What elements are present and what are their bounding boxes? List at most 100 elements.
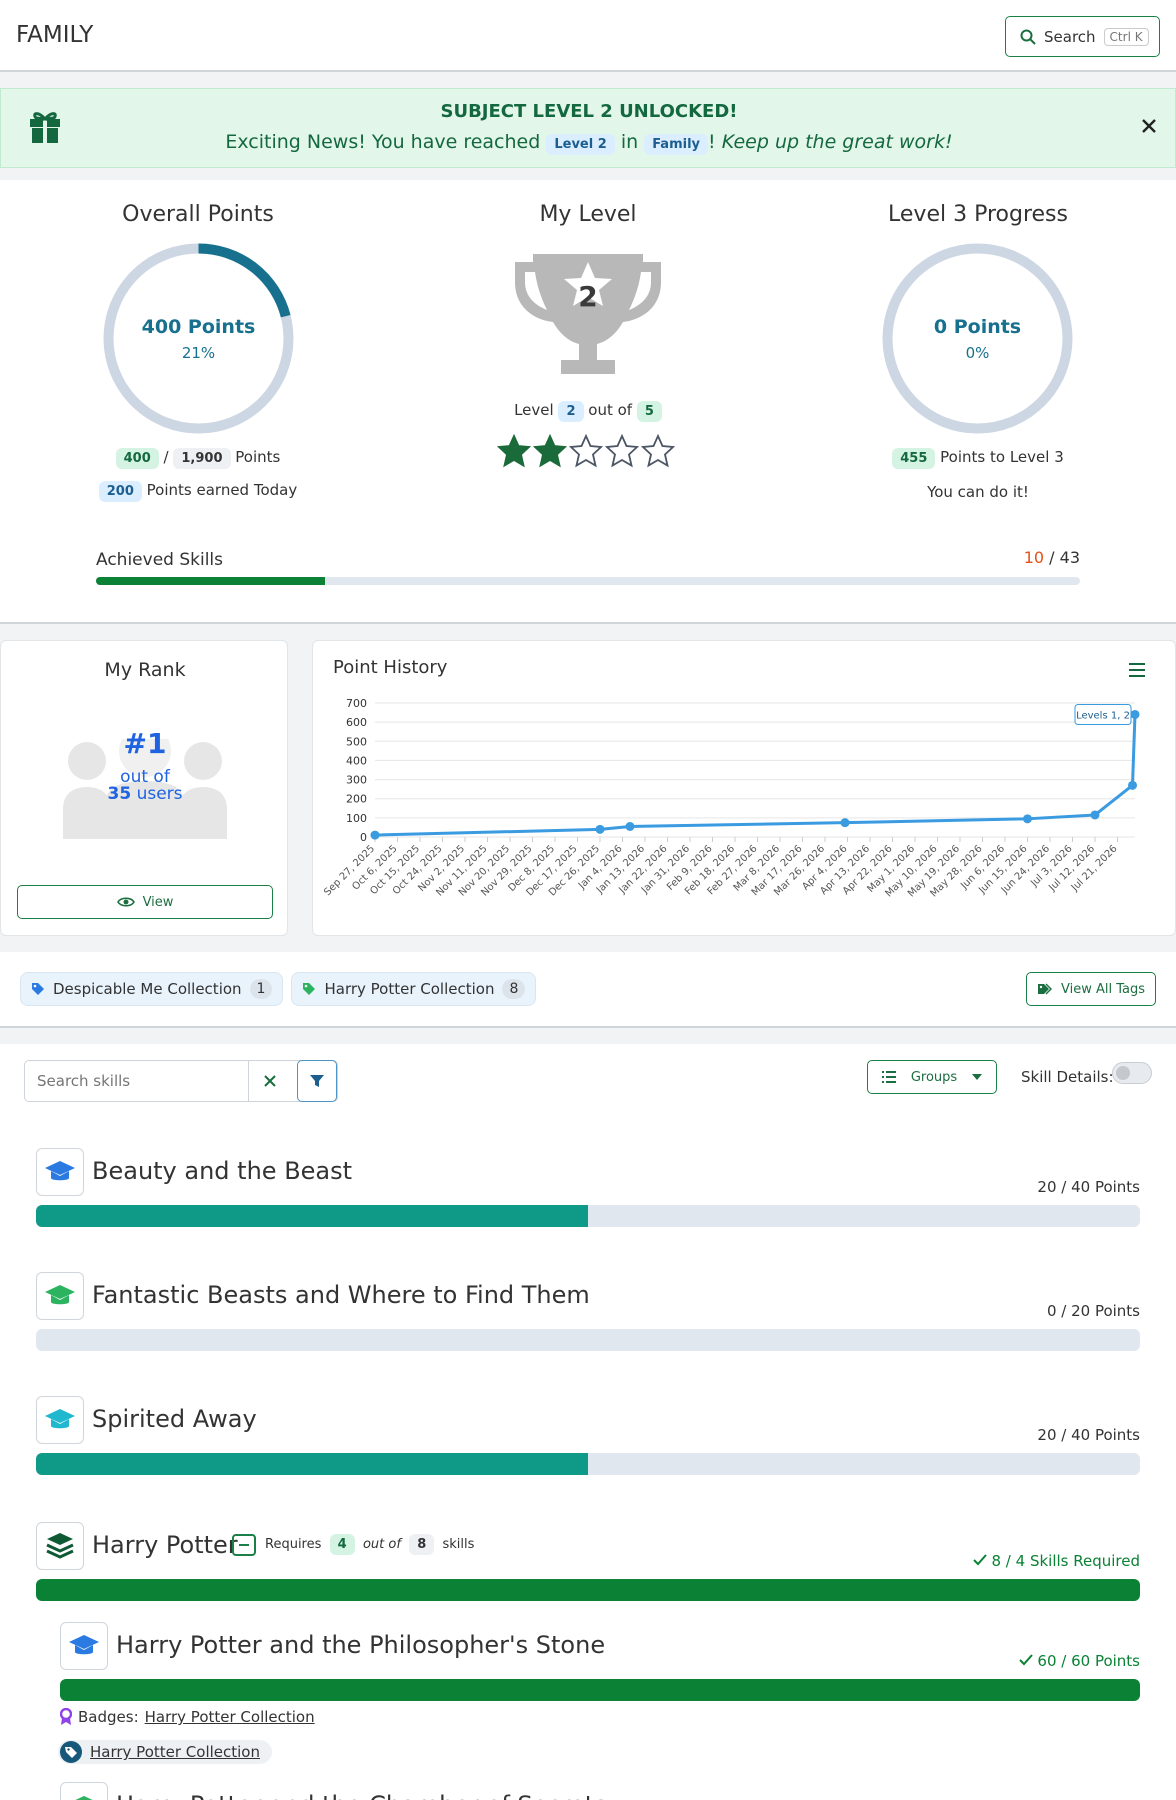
star-empty-icon: [569, 434, 603, 468]
point-history-card: Point History 0 100 200 300 400 500 600 700 Sep …: [312, 640, 1176, 936]
view-all-tags-label: View All Tags: [1060, 981, 1145, 997]
alert-level-badge: Level 2: [546, 134, 615, 155]
tag-icon: [303, 983, 316, 995]
data-point: [625, 821, 635, 831]
series-line: [374, 714, 1137, 837]
group-progress-fill: [36, 1579, 1140, 1601]
skill-points: 0 / 20 Points: [1046, 1302, 1140, 1320]
skill-points: 20 / 40 Points: [1037, 1426, 1140, 1444]
y-tick-label: 400: [346, 754, 367, 767]
today-summary: 200 Points earned Today: [68, 481, 328, 502]
trophy-level-number: 2: [578, 280, 598, 313]
view-rank-button[interactable]: View: [17, 885, 273, 919]
badges-label: Badges:: [78, 1708, 139, 1726]
skill-title[interactable]: Beauty and the Beast: [92, 1157, 352, 1185]
hamburger-icon[interactable]: [1129, 663, 1145, 677]
group-title[interactable]: Harry Potter: [92, 1531, 238, 1559]
award-icon: [60, 1708, 72, 1725]
points-to-level: 455 Points to Level 3: [848, 448, 1108, 469]
star-filled-icon: [497, 434, 531, 468]
clear-search-button[interactable]: [250, 1061, 290, 1101]
out-of-label: out of: [588, 401, 633, 419]
skill-progress-bar: [36, 1205, 1140, 1227]
child-points-text: 60 / 60 Points: [1037, 1652, 1140, 1670]
y-tick-label: 0: [360, 831, 367, 844]
overall-points-title: Overall Points: [122, 202, 274, 227]
group-progress-bar: [36, 1579, 1140, 1601]
today-badge: 200: [98, 481, 142, 502]
skill-title[interactable]: Spirited Away: [92, 1405, 257, 1433]
list-icon: [882, 1071, 896, 1083]
annotation-label: Levels 1, 2: [1076, 710, 1130, 721]
tag-label: Harry Potter Collection: [324, 980, 495, 998]
alert-title: SUBJECT LEVEL 2 UNLOCKED!: [440, 101, 738, 122]
search-shortcut: Ctrl K: [1103, 27, 1149, 46]
users-label: users: [136, 784, 183, 804]
tag-chip[interactable]: Despicable Me Collection 1: [20, 972, 284, 1006]
tag-label: Despicable Me Collection: [53, 980, 242, 998]
skill-title[interactable]: Fantastic Beasts and Where to Find Them: [92, 1281, 590, 1309]
badge-link[interactable]: Harry Potter Collection: [145, 1708, 315, 1726]
data-point: [1130, 709, 1140, 719]
rank-users: 35 users: [1, 784, 289, 804]
point-history-chart: 0100200300400500600700Sep 27, 2025Oct 6,…: [322, 697, 1140, 899]
group-collapse-icon[interactable]: [232, 1534, 256, 1556]
page-header: FAMILY Search Ctrl K: [0, 0, 1176, 72]
y-tick-label: 200: [346, 793, 367, 806]
level-label: Level: [514, 401, 554, 419]
search-skills-input[interactable]: [25, 1061, 249, 1101]
child-skill-tag[interactable]: Harry Potter Collection: [58, 1740, 272, 1764]
page-title: FAMILY: [16, 22, 94, 48]
data-point: [1128, 780, 1137, 790]
check-icon: [1018, 1654, 1033, 1666]
alert-in: in: [620, 131, 639, 153]
clear-icon: [264, 1075, 276, 1087]
filter-button[interactable]: [297, 1060, 337, 1102]
data-point: [1023, 814, 1032, 824]
search-label: Search: [1044, 27, 1096, 46]
max-level-badge: 5: [636, 401, 662, 422]
overall-points-summary: 400 / 1,900 Points: [68, 448, 328, 469]
tag-list: Despicable Me Collection 1 Harry Potter Co…: [20, 972, 537, 1006]
y-tick-label: 500: [346, 735, 367, 748]
points-label: Points: [235, 448, 281, 466]
stats-card: Overall Points 400 Points 21% 400 / 1,90…: [0, 180, 1176, 624]
groups-dropdown[interactable]: Groups: [867, 1060, 997, 1094]
tag-count: 1: [249, 979, 273, 999]
filter-icon: [310, 1075, 324, 1087]
search-button[interactable]: Search Ctrl K: [1005, 16, 1160, 57]
achieved-slash: /: [1049, 548, 1055, 567]
skill-progress-fill: [36, 1205, 588, 1227]
group-out-of: out of: [362, 1537, 401, 1552]
close-icon[interactable]: [1137, 114, 1161, 138]
rank-number: #1: [123, 727, 167, 760]
today-label: Points earned Today: [146, 481, 298, 499]
alert-subject-badge: Family: [644, 134, 709, 155]
achieved-skills-label: Achieved Skills: [96, 550, 224, 570]
level-stars: [497, 434, 679, 470]
skill-graduation-cap-icon: [36, 1396, 84, 1444]
achieved-skills-fill: [96, 577, 325, 585]
skills-word: skills: [442, 1537, 475, 1552]
view-all-tags-button[interactable]: View All Tags: [1026, 972, 1156, 1006]
skill-points: 20 / 40 Points: [1037, 1178, 1140, 1196]
tag-chip[interactable]: Harry Potter Collection 8: [291, 972, 537, 1006]
y-tick-label: 600: [346, 716, 367, 729]
child-skill-progress-fill: [60, 1679, 1140, 1701]
earned-badge: 400: [115, 448, 159, 469]
overall-ring-points: 400 Points: [141, 316, 256, 338]
next-skill-title[interactable]: Harry Potter and the Chamber of Secrets: [116, 1791, 607, 1800]
my-rank-title: My Rank: [104, 659, 186, 681]
points-to-level-badge: 455: [892, 448, 936, 469]
star-empty-icon: [641, 434, 675, 468]
skill-details-toggle[interactable]: [1112, 1062, 1152, 1084]
required-status-text: 8 / 4 Skills Required: [991, 1552, 1141, 1570]
skill-progress-fill: [36, 1453, 588, 1475]
skill-graduation-cap-icon: [36, 1272, 84, 1320]
view-label: View: [142, 894, 174, 910]
achieved-skills-count: 10 / 43: [980, 548, 1080, 567]
child-skill-title[interactable]: Harry Potter and the Philosopher's Stone: [116, 1631, 605, 1659]
y-tick-label: 300: [346, 774, 367, 787]
group-required-status: 8 / 4 Skills Required: [880, 1552, 1140, 1570]
data-point: [840, 818, 850, 828]
